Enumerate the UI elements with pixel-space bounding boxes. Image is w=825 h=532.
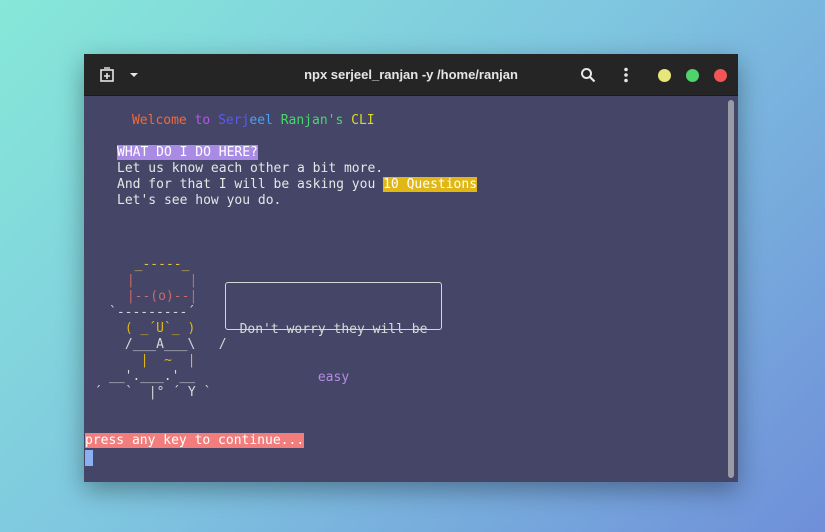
welcome-word-2: Serj bbox=[218, 113, 250, 128]
continue-prompt-line: press any key to continue... bbox=[85, 433, 305, 449]
speech-bubble: Don't worry they will be easy bbox=[225, 282, 442, 385]
terminal-cursor bbox=[85, 450, 93, 466]
ascii-line: _-----_ bbox=[119, 257, 190, 272]
ascii-line: | | bbox=[119, 273, 198, 288]
ascii-line: `---------´ bbox=[109, 305, 196, 320]
title-bar: npx serjeel_ranjan -y /home/ranjan bbox=[84, 54, 738, 96]
terminal-output[interactable]: Welcome to Serjeel Ranjan's CLI WHAT DO … bbox=[84, 97, 726, 482]
welcome-word-4: Ranjan's bbox=[272, 113, 344, 128]
window-title: npx serjeel_ranjan -y /home/ranjan bbox=[304, 67, 518, 82]
terminal-window: npx serjeel_ranjan -y /home/ranjan Welco… bbox=[84, 54, 738, 482]
ascii-line: |--(o)--| bbox=[119, 289, 198, 304]
ascii-line: /___A___\ / bbox=[117, 337, 227, 352]
intro-line-2: And for that I will be asking you 10 Que… bbox=[117, 177, 478, 193]
questions-count-highlight: 10 Questions bbox=[383, 177, 478, 192]
speech-line-2: easy bbox=[317, 370, 350, 385]
speech-line-1: Don't worry they will be bbox=[239, 322, 428, 337]
ascii-line: __'.___.'__ bbox=[109, 369, 196, 384]
intro-heading-line: WHAT DO I DO HERE? bbox=[117, 145, 258, 161]
intro-line-3: Let's see how you do. bbox=[117, 193, 282, 208]
welcome-line: Welcome to Serjeel Ranjan's CLI bbox=[85, 97, 375, 128]
kebab-menu-icon[interactable] bbox=[615, 64, 637, 86]
welcome-word-1: to bbox=[186, 113, 219, 128]
minimize-button[interactable] bbox=[658, 69, 671, 82]
ascii-line: ´ ` |° ´ Y ` bbox=[94, 385, 212, 400]
intro-heading: WHAT DO I DO HERE? bbox=[117, 145, 258, 160]
maximize-button[interactable] bbox=[686, 69, 699, 82]
welcome-word-0: Welcome bbox=[131, 113, 187, 128]
scrollbar[interactable] bbox=[728, 100, 734, 478]
ascii-line: ( _´U`_ ) bbox=[117, 321, 196, 336]
intro-line-1: Let us know each other a bit more. bbox=[117, 161, 384, 176]
ascii-line: | ~ | bbox=[125, 353, 196, 368]
intro-line-2-prefix: And for that I will be asking you bbox=[117, 177, 384, 192]
search-icon[interactable] bbox=[577, 64, 599, 86]
close-button[interactable] bbox=[714, 69, 727, 82]
welcome-word-5: CLI bbox=[343, 113, 375, 128]
continue-prompt: press any key to continue... bbox=[85, 433, 305, 448]
welcome-word-3: eel bbox=[249, 113, 273, 128]
